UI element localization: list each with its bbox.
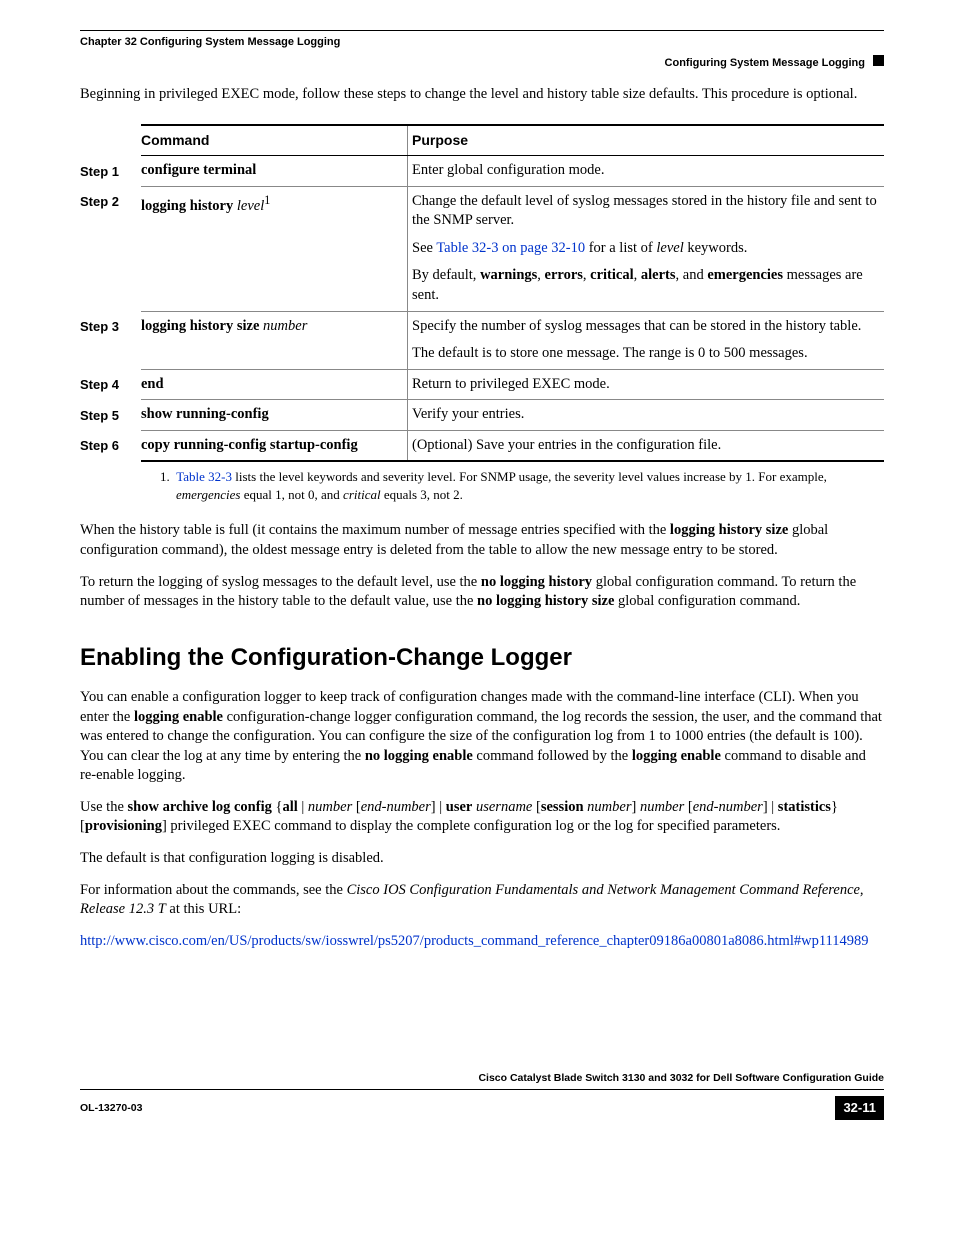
- command-cell: configure terminal: [141, 156, 408, 187]
- step-number: Step 1: [80, 156, 141, 187]
- command-cell: end: [141, 369, 408, 400]
- after-table-p1: When the history table is full (it conta…: [80, 521, 884, 560]
- sec-p3: The default is that configuration loggin…: [80, 849, 884, 869]
- table-row: Step 5show running-configVerify your ent…: [80, 400, 884, 431]
- command-cell: logging history size number: [141, 311, 408, 369]
- purpose-cell: Return to privileged EXEC mode.: [408, 369, 885, 400]
- section-heading: Enabling the Configuration-Change Logger: [80, 642, 884, 674]
- step-number: Step 3: [80, 311, 141, 369]
- table-row: Step 2logging history level1Change the d…: [80, 186, 884, 311]
- footnote-link[interactable]: Table 32-3: [176, 469, 232, 484]
- after-table-p2: To return the logging of syslog messages…: [80, 573, 884, 612]
- sec-p1: You can enable a configuration logger to…: [80, 688, 884, 786]
- footer-title: Cisco Catalyst Blade Switch 3130 and 303…: [80, 1071, 884, 1085]
- command-cell: copy running-config startup-config: [141, 430, 408, 461]
- command-cell: show running-config: [141, 400, 408, 431]
- table-row: Step 3logging history size numberSpecify…: [80, 311, 884, 369]
- purpose-cell: Verify your entries.: [408, 400, 885, 431]
- table-row: Step 4endReturn to privileged EXEC mode.: [80, 369, 884, 400]
- table-row: Step 6copy running-config startup-config…: [80, 430, 884, 461]
- step-number: Step 6: [80, 430, 141, 461]
- xref-link[interactable]: Table 32-3 on page 32-10: [436, 240, 585, 256]
- reference-url[interactable]: http://www.cisco.com/en/US/products/sw/i…: [80, 933, 869, 949]
- section-label: Configuring System Message Logging: [665, 56, 865, 71]
- footer-doc-id: OL-13270-03: [80, 1101, 142, 1115]
- sec-p2: Use the show archive log config {all | n…: [80, 798, 884, 837]
- footer-page-number: 32-11: [835, 1096, 884, 1120]
- intro-paragraph: Beginning in privileged EXEC mode, follo…: [80, 85, 884, 105]
- step-number: Step 2: [80, 186, 141, 311]
- chapter-label: Chapter 32 Configuring System Message Lo…: [80, 35, 884, 50]
- sec-url: http://www.cisco.com/en/US/products/sw/i…: [80, 932, 884, 952]
- table-footnote: 1. Table 32-3 lists the level keywords a…: [160, 468, 884, 503]
- step-number: Step 5: [80, 400, 141, 431]
- header-square-icon: [873, 55, 884, 66]
- command-cell: logging history level1: [141, 186, 408, 311]
- purpose-cell: Change the default level of syslog messa…: [408, 186, 885, 311]
- page-header: Chapter 32 Configuring System Message Lo…: [80, 30, 884, 71]
- page-footer: Cisco Catalyst Blade Switch 3130 and 303…: [80, 1071, 884, 1090]
- purpose-cell: Enter global configuration mode.: [408, 156, 885, 187]
- purpose-cell: (Optional) Save your entries in the conf…: [408, 430, 885, 461]
- table-row: Step 1configure terminalEnter global con…: [80, 156, 884, 187]
- step-number: Step 4: [80, 369, 141, 400]
- steps-table: Command Purpose Step 1configure terminal…: [80, 124, 884, 462]
- col-purpose: Purpose: [408, 125, 885, 155]
- sec-p4: For information about the commands, see …: [80, 881, 884, 920]
- purpose-cell: Specify the number of syslog messages th…: [408, 311, 885, 369]
- col-command: Command: [141, 125, 408, 155]
